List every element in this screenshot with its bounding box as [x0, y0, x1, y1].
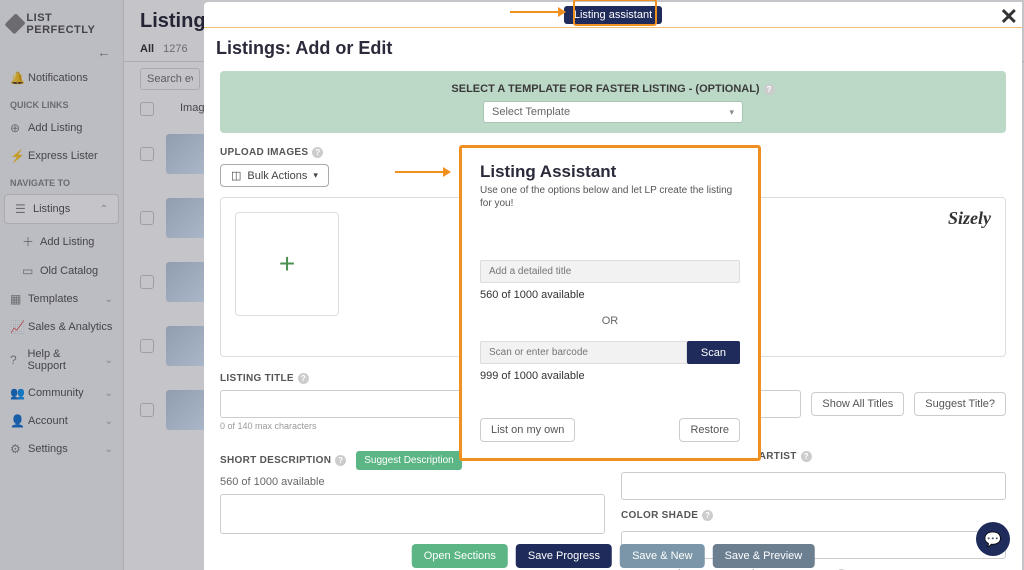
open-sections-button[interactable]: Open Sections: [412, 544, 508, 568]
assistant-title-input[interactable]: [480, 260, 740, 283]
template-select-label: Select Template: [492, 106, 570, 118]
short-desc-input[interactable]: [220, 494, 605, 534]
barcode-avail: 999 of 1000 available: [480, 370, 740, 382]
or-divider: OR: [480, 315, 740, 327]
caret-down-icon: ▾: [313, 170, 318, 181]
scan-row: Scan: [480, 341, 740, 364]
upload-tile[interactable]: +: [235, 212, 339, 316]
bulk-icon: ◫: [231, 169, 241, 182]
listing-assistant-button[interactable]: Listing assistant: [564, 6, 662, 24]
bulk-actions-button[interactable]: ◫ Bulk Actions ▾: [220, 164, 329, 187]
template-label-text: SELECT A TEMPLATE FOR FASTER LISTING - (…: [451, 83, 759, 95]
assistant-sub: Use one of the options below and let LP …: [480, 184, 740, 210]
brand-input[interactable]: [621, 472, 1006, 500]
restore-button[interactable]: Restore: [679, 418, 740, 442]
save-progress-button[interactable]: Save Progress: [516, 544, 612, 568]
help-icon[interactable]: ?: [801, 451, 812, 462]
close-icon[interactable]: ✕: [1000, 6, 1018, 28]
listing-assistant-popup: Listing Assistant Use one of the options…: [459, 145, 761, 461]
listing-title-text: LISTING TITLE: [220, 373, 294, 384]
suggest-title-button[interactable]: Suggest Title?: [914, 392, 1006, 416]
sizely-badge[interactable]: Sizely: [948, 208, 991, 229]
short-desc-text: SHORT DESCRIPTION: [220, 455, 331, 466]
modal-topbar: Listing assistant: [204, 2, 1022, 28]
help-icon[interactable]: ?: [298, 373, 309, 384]
suggest-description-button[interactable]: Suggest Description: [356, 451, 462, 470]
modal-title: Listings: Add or Edit: [204, 28, 1022, 67]
barcode-input[interactable]: [480, 341, 687, 364]
scan-button[interactable]: Scan: [687, 341, 740, 364]
template-select[interactable]: Select Template ▾: [483, 101, 743, 123]
help-icon[interactable]: ?: [702, 510, 713, 521]
save-new-button[interactable]: Save & New: [620, 544, 705, 568]
color-label: COLOR SHADE ?: [621, 510, 998, 521]
bulk-label: Bulk Actions: [247, 170, 307, 182]
template-bar-label: SELECT A TEMPLATE FOR FASTER LISTING - (…: [451, 83, 774, 95]
help-icon[interactable]: ?: [335, 455, 346, 466]
assistant-actions: List on my own Restore: [480, 418, 740, 442]
annotation-arrow-icon: [395, 171, 450, 173]
save-preview-button[interactable]: Save & Preview: [713, 544, 815, 568]
show-all-titles-button[interactable]: Show All Titles: [811, 392, 904, 416]
template-bar: SELECT A TEMPLATE FOR FASTER LISTING - (…: [220, 71, 1006, 133]
color-label-text: COLOR SHADE: [621, 510, 698, 521]
list-on-my-own-button[interactable]: List on my own: [480, 418, 575, 442]
help-icon[interactable]: ?: [764, 84, 775, 95]
bottom-action-bar: Open Sections Save Progress Save & New S…: [412, 544, 815, 568]
help-icon[interactable]: ?: [312, 147, 323, 158]
assistant-heading: Listing Assistant: [480, 162, 740, 182]
chat-bubble-icon[interactable]: 💬: [976, 522, 1010, 556]
annotation-arrow-icon: [510, 11, 565, 13]
assistant-title-avail: 560 of 1000 available: [480, 289, 740, 301]
upload-label-text: UPLOAD IMAGES: [220, 147, 308, 158]
caret-down-icon: ▾: [729, 107, 734, 118]
desc-avail: 560 of 1000 available: [220, 476, 605, 488]
